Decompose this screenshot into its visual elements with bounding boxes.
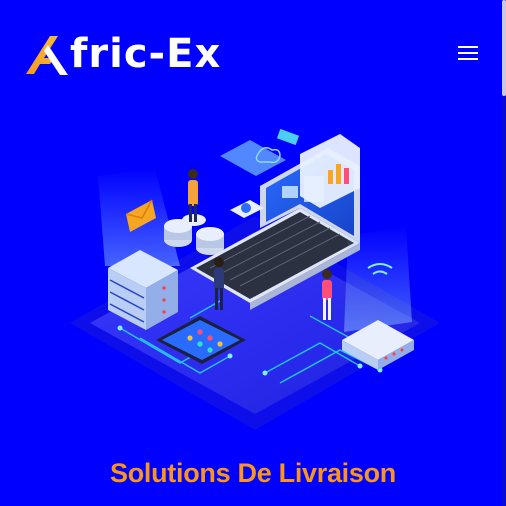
site-header: fric-Ex <box>0 0 502 106</box>
menu-line <box>458 52 478 54</box>
logo-text: fric-Ex <box>70 31 222 77</box>
left-server <box>98 168 180 330</box>
menu-line <box>458 46 478 48</box>
logo-a-icon <box>26 36 68 75</box>
right-device <box>342 226 414 370</box>
scrollbar-thumb[interactable] <box>502 0 506 96</box>
hero-title: Solutions De Livraison <box>110 458 396 488</box>
menu-line <box>458 58 478 60</box>
scrollbar[interactable] <box>502 0 506 506</box>
logo[interactable]: fric-Ex <box>24 30 221 78</box>
hamburger-menu-icon[interactable] <box>456 42 480 64</box>
hero-illustration <box>70 128 440 430</box>
